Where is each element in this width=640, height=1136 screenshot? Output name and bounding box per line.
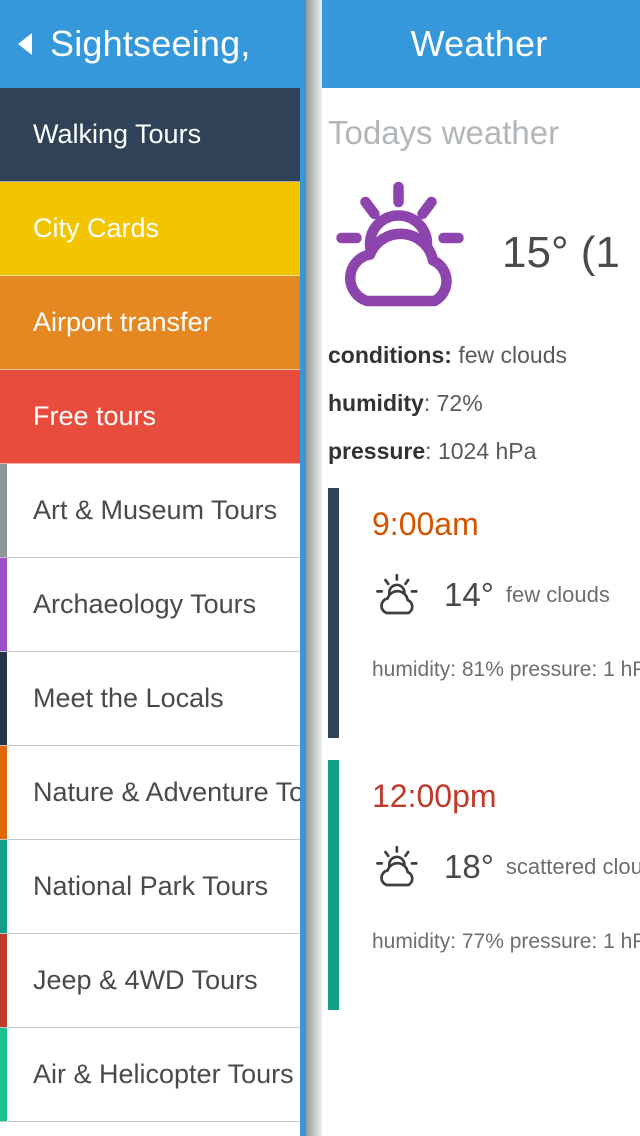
sightseeing-title: Sightseeing, (50, 23, 251, 64)
menu-row-label: Nature & Adventure Tours (33, 777, 306, 807)
menu-tile-walking-tours[interactable]: Walking Tours (0, 88, 306, 182)
hourly-main-row: 18° scattered clouds (372, 845, 640, 889)
row-accent-bar (0, 1028, 7, 1121)
menu-row-label: Meet the Locals (33, 683, 224, 713)
hourly-detail: humidity: 77% pressure: 1 hPa (372, 930, 640, 953)
sun-behind-cloud-icon (328, 178, 478, 328)
menu-row-jeep-4wd-tours[interactable]: Jeep & 4WD Tours (0, 934, 306, 1028)
hourly-detail: humidity: 81% pressure: 1 hPa (372, 658, 640, 681)
menu-row-label: Air & Helicopter Tours (33, 1059, 294, 1089)
humidity-label: humidity (328, 390, 424, 416)
conditions-label: conditions: (328, 342, 452, 368)
menu-row-nature-adventure-tours[interactable]: Nature & Adventure Tours (0, 746, 306, 840)
menu-row-label: Archaeology Tours (33, 589, 257, 619)
sightseeing-panel: Sightseeing, Walking Tours City Cards Ai… (0, 0, 306, 1136)
menu-tile-label: Walking Tours (33, 119, 202, 149)
current-weather-meta: conditions: few clouds humidity: 72% pre… (324, 338, 640, 463)
panel-divider-shadow (306, 0, 322, 1136)
sightseeing-navbar: Sightseeing, (0, 0, 306, 88)
row-accent-bar (0, 934, 7, 1027)
sun-behind-cloud-icon (372, 845, 426, 889)
row-accent-bar (0, 464, 7, 557)
conditions-line: conditions: few clouds (328, 344, 640, 367)
hourly-description: few clouds (505, 582, 610, 607)
menu-row-art-museum-tours[interactable]: Art & Museum Tours (0, 464, 306, 558)
menu-tile-free-tours[interactable]: Free tours (0, 370, 306, 464)
row-accent-bar (0, 652, 7, 745)
sun-behind-cloud-icon (372, 573, 426, 617)
hourly-temperature: 14° (444, 576, 494, 613)
humidity-value: : 72% (423, 390, 483, 416)
menu-row-label: Jeep & 4WD Tours (33, 965, 258, 995)
hourly-time: 12:00pm (372, 778, 497, 814)
menu-row-label: Art & Museum Tours (33, 495, 278, 525)
row-accent-bar (0, 840, 7, 933)
menu-row-meet-the-locals[interactable]: Meet the Locals (0, 652, 306, 746)
menu-tile-label: Airport transfer (33, 307, 212, 337)
hourly-accent-bar (328, 760, 339, 1010)
weather-panel: Weather Todays weather 15° (1 conditions… (318, 0, 640, 1136)
menu-row-air-helicopter-tours[interactable]: Air & Helicopter Tours (0, 1028, 306, 1122)
menu-tile-label: Free tours (33, 401, 157, 431)
conditions-value: few clouds (458, 342, 567, 368)
back-arrow-icon[interactable] (12, 29, 38, 59)
humidity-line: humidity: 72% (328, 392, 640, 415)
hourly-accent-bar (328, 488, 339, 738)
pressure-label: pressure (328, 438, 426, 464)
weather-navbar: Weather (318, 0, 640, 88)
menu-list[interactable]: Walking Tours City Cards Airport transfe… (0, 88, 306, 1136)
hourly-time: 9:00am (372, 506, 479, 542)
pressure-value: : 1024 hPa (425, 438, 537, 464)
menu-row-archaeology-tours[interactable]: Archaeology Tours (0, 558, 306, 652)
hourly-forecast-card[interactable]: 9:00am 14° few clouds humidity: 81% pres… (328, 488, 640, 738)
menu-tile-city-cards[interactable]: City Cards (0, 182, 306, 276)
hourly-description: scattered clouds (505, 854, 640, 879)
weather-content[interactable]: Todays weather 15° (1 conditions: few cl… (318, 88, 640, 1136)
current-temperature: 15° (1 (502, 228, 620, 277)
row-accent-bar (0, 746, 7, 839)
current-weather-block: 15° (1 (324, 168, 640, 338)
menu-tile-airport-transfer[interactable]: Airport transfer (0, 276, 306, 370)
weather-title: Weather (410, 23, 548, 64)
hourly-main-row: 14° few clouds (372, 573, 640, 617)
hourly-forecast-card[interactable]: 12:00pm 18° scattered clou humidity: 77%… (328, 760, 640, 1010)
menu-tile-label: City Cards (33, 213, 160, 243)
menu-row-national-park-tours[interactable]: National Park Tours (0, 840, 306, 934)
pressure-line: pressure: 1024 hPa (328, 440, 640, 463)
hourly-temperature: 18° (444, 848, 494, 885)
menu-row-label: National Park Tours (33, 871, 269, 901)
app-screen: Weather Todays weather 15° (1 conditions… (0, 0, 640, 1136)
todays-weather-heading: Todays weather (328, 114, 560, 151)
row-accent-bar (0, 558, 7, 651)
